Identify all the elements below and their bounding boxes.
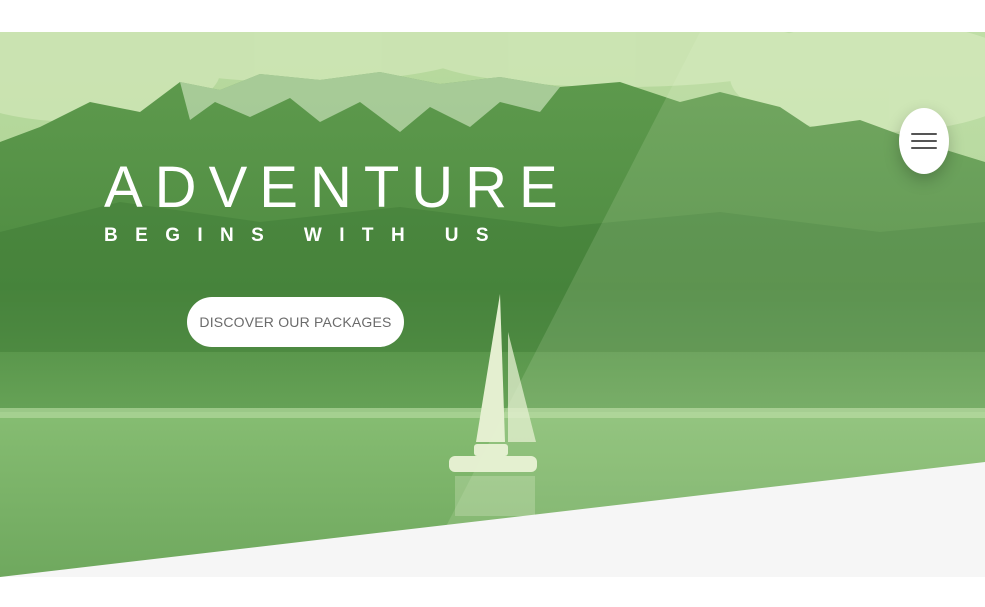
hero-subtitle: BEGINS WITH US (104, 225, 506, 246)
hamburger-icon (911, 133, 937, 149)
discover-packages-button[interactable]: DISCOVER OUR PACKAGES (187, 297, 404, 347)
page: ADVENTURE BEGINS WITH US DISCOVER OUR PA… (0, 0, 985, 607)
bottom-slant-shape (0, 462, 985, 577)
hero-section: ADVENTURE BEGINS WITH US DISCOVER OUR PA… (0, 32, 985, 577)
menu-button[interactable] (899, 108, 949, 174)
hero-title: ADVENTURE (104, 155, 570, 220)
